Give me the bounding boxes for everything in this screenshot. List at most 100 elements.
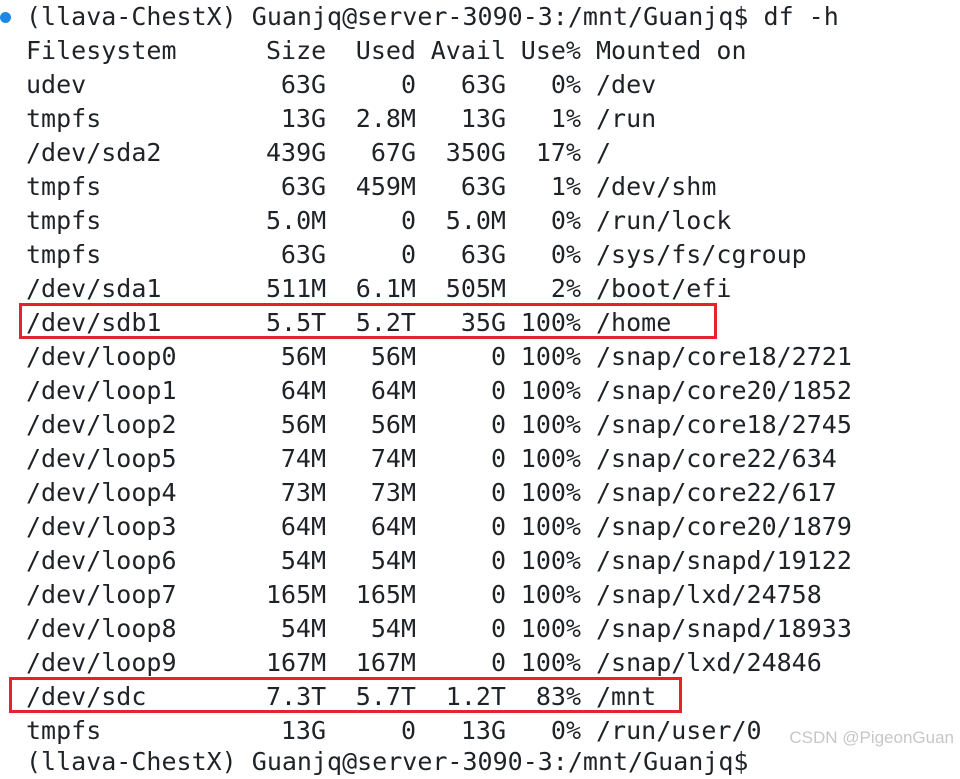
cell-avail: 0 <box>490 444 506 473</box>
terminal-window[interactable]: (llava-ChestX) Guanjq@server-3090-3:/mnt… <box>0 0 960 776</box>
table-row: udev 63G 0 63G 0% /dev <box>26 68 656 102</box>
cell-avail: 505M <box>445 274 506 303</box>
table-row: /dev/loop5 74M 74M 0 100% /snap/core22/634 <box>26 442 837 476</box>
cell-used: 64M <box>370 376 416 405</box>
cell-use-percent: 100% <box>520 580 581 609</box>
header-filesystem: Filesystem <box>26 36 177 65</box>
table-row: tmpfs 63G 0 63G 0% /sys/fs/cgroup <box>26 238 807 272</box>
cell-mounted-on: /snap/lxd/24758 <box>596 580 822 609</box>
cell-use-percent: 100% <box>520 308 581 337</box>
cell-avail: 5.0M <box>445 206 506 235</box>
cell-used: 0 <box>400 716 416 745</box>
cell-size: 64M <box>280 376 326 405</box>
cell-use-percent: 100% <box>520 410 581 439</box>
cell-size: 13G <box>280 104 326 133</box>
cell-filesystem: tmpfs <box>26 240 102 269</box>
cell-avail: 63G <box>460 70 506 99</box>
cell-used: 459M <box>355 172 416 201</box>
cell-used: 165M <box>355 580 416 609</box>
cell-mounted-on: /snap/core22/634 <box>596 444 837 473</box>
cell-size: 5.0M <box>266 206 327 235</box>
table-row: tmpfs 5.0M 0 5.0M 0% /run/lock <box>26 204 731 238</box>
cell-mounted-on: /snap/core18/2745 <box>596 410 852 439</box>
cell-avail: 35G <box>460 308 506 337</box>
cell-mounted-on: /sys/fs/cgroup <box>596 240 807 269</box>
cell-avail: 0 <box>490 546 506 575</box>
cell-mounted-on: /snap/snapd/18933 <box>596 614 852 643</box>
cell-size: 167M <box>266 648 327 677</box>
cell-used: 54M <box>370 546 416 575</box>
command-prompt-line: (llava-ChestX) Guanjq@server-3090-3:/mnt… <box>26 2 839 31</box>
cell-mounted-on: /snap/core22/617 <box>596 478 837 507</box>
cell-filesystem: /dev/sdb1 <box>26 308 162 337</box>
cell-used: 5.7T <box>355 682 416 711</box>
cell-use-percent: 0% <box>550 240 581 269</box>
cell-filesystem: /dev/loop2 <box>26 410 177 439</box>
cell-avail: 0 <box>490 376 506 405</box>
table-row: tmpfs 13G 2.8M 13G 1% /run <box>26 102 656 136</box>
cell-filesystem: udev <box>26 70 87 99</box>
next-prompt-partial: (llava-ChestX) Guanjq@server-3090-3:/mnt… <box>26 747 749 776</box>
command-status-dot-icon[interactable] <box>0 12 11 23</box>
header-used: Used <box>355 36 416 65</box>
table-row: /dev/sdb1 5.5T 5.2T 35G 100% /home <box>26 306 671 340</box>
cell-filesystem: /dev/sda1 <box>26 274 162 303</box>
cell-size: 511M <box>266 274 327 303</box>
cell-use-percent: 100% <box>520 512 581 541</box>
header-mounted-on: Mounted on <box>596 36 747 65</box>
cell-filesystem: /dev/loop6 <box>26 546 177 575</box>
table-row: /dev/loop1 64M 64M 0 100% /snap/core20/1852 <box>26 374 852 408</box>
table-row: /dev/sda1 511M 6.1M 505M 2% /boot/efi <box>26 272 731 306</box>
cell-use-percent: 17% <box>535 138 581 167</box>
cell-used: 167M <box>355 648 416 677</box>
cell-size: 63G <box>280 172 326 201</box>
cell-used: 0 <box>400 240 416 269</box>
cell-size: 54M <box>280 546 326 575</box>
cell-filesystem: /dev/loop4 <box>26 478 177 507</box>
cell-use-percent: 100% <box>520 444 581 473</box>
cell-used: 64M <box>370 512 416 541</box>
cell-size: 63G <box>280 70 326 99</box>
cell-size: 56M <box>280 342 326 371</box>
cell-size: 165M <box>266 580 327 609</box>
cell-avail: 0 <box>490 512 506 541</box>
cell-avail: 0 <box>490 614 506 643</box>
table-row: tmpfs 63G 459M 63G 1% /dev/shm <box>26 170 716 204</box>
cell-used: 0 <box>400 206 416 235</box>
cell-filesystem: tmpfs <box>26 104 102 133</box>
cell-use-percent: 83% <box>535 682 581 711</box>
cell-used: 56M <box>370 410 416 439</box>
cell-size: 64M <box>280 512 326 541</box>
cell-use-percent: 100% <box>520 376 581 405</box>
cell-filesystem: /dev/loop9 <box>26 648 177 677</box>
cell-filesystem: /dev/loop7 <box>26 580 177 609</box>
cell-avail: 350G <box>445 138 506 167</box>
cell-avail: 0 <box>490 580 506 609</box>
table-row: /dev/loop9 167M 167M 0 100% /snap/lxd/24846 <box>26 646 822 680</box>
cell-used: 54M <box>370 614 416 643</box>
cell-filesystem: /dev/sda2 <box>26 138 162 167</box>
cell-use-percent: 100% <box>520 648 581 677</box>
cell-mounted-on: / <box>596 138 612 167</box>
cell-avail: 0 <box>490 648 506 677</box>
cell-avail: 0 <box>490 478 506 507</box>
table-row: /dev/loop4 73M 73M 0 100% /snap/core22/617 <box>26 476 837 510</box>
cell-used: 6.1M <box>355 274 416 303</box>
cell-size: 73M <box>280 478 326 507</box>
cell-avail: 13G <box>460 104 506 133</box>
cell-mounted-on: /run/user/0 <box>596 716 762 745</box>
cell-mounted-on: /snap/core20/1852 <box>596 376 852 405</box>
cell-used: 67G <box>370 138 416 167</box>
cell-mounted-on: /snap/snapd/19122 <box>596 546 852 575</box>
cell-use-percent: 100% <box>520 614 581 643</box>
watermark: CSDN @PigeonGuan <box>789 728 954 747</box>
cell-mounted-on: /snap/lxd/24846 <box>596 648 822 677</box>
header-avail: Avail <box>430 36 506 65</box>
cell-filesystem: tmpfs <box>26 716 102 745</box>
cell-size: 5.5T <box>266 308 327 337</box>
cell-used: 5.2T <box>355 308 416 337</box>
cell-size: 13G <box>280 716 326 745</box>
cell-size: 56M <box>280 410 326 439</box>
cell-filesystem: /dev/loop1 <box>26 376 177 405</box>
cell-mounted-on: /snap/core20/1879 <box>596 512 852 541</box>
